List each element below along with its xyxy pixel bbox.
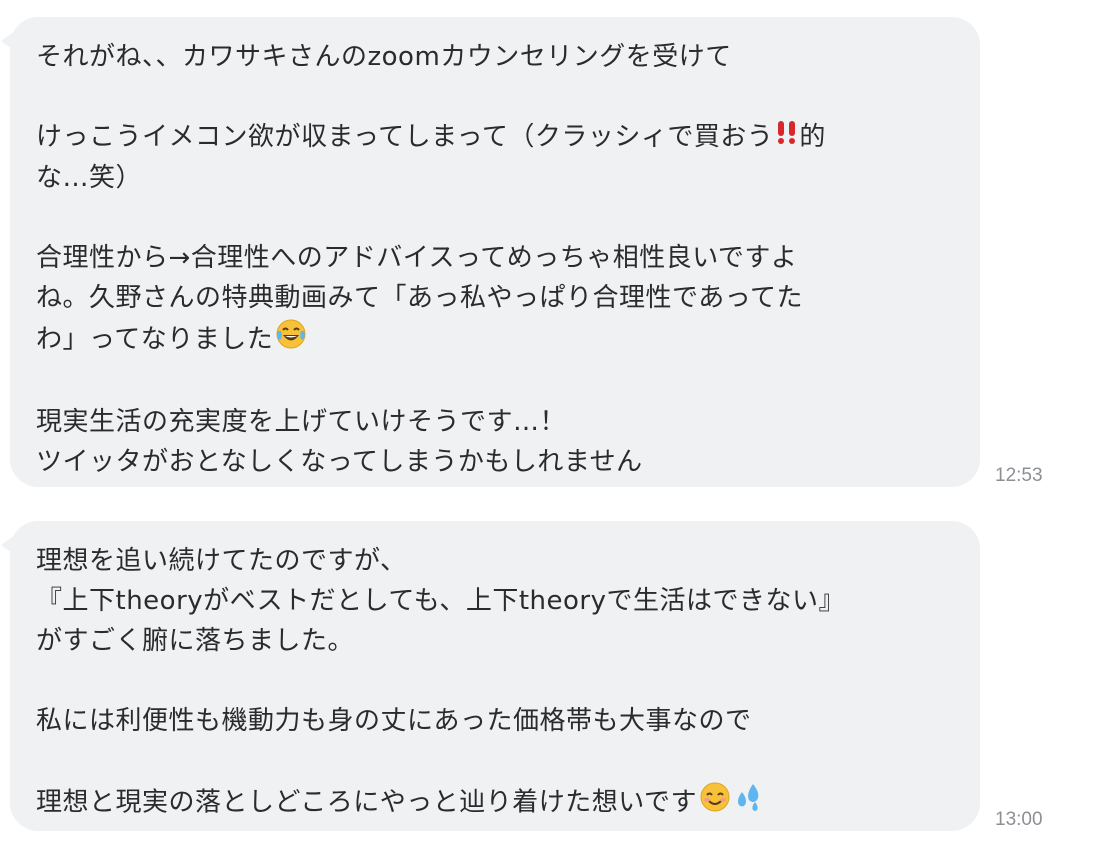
message-timestamp: 12:53	[995, 465, 1043, 486]
chat-thread: それがね、、カワサキさんのzoomカウンセリングを受けて けっこうイメコン欲が収…	[0, 0, 1095, 858]
message-line: 『上下theoryがベストだとしても、上下theoryで生活はできない』	[36, 586, 845, 616]
message-bubble[interactable]: それがね、、カワサキさんのzoomカウンセリングを受けて けっこうイメコン欲が収…	[1, 17, 980, 487]
message-line-with-icon: わ」ってなりました	[36, 318, 956, 362]
message-text: 的	[799, 122, 826, 152]
message-timestamp: 13:00	[995, 809, 1043, 830]
message-text: けっこうイメコン欲が収まってしまって（クラッシィで買おう	[36, 122, 774, 152]
sweat-droplets-icon	[733, 781, 765, 825]
message-line: ツイッタがおとなしくなってしまうかもしれません	[36, 446, 643, 477]
message-line: 合理性から→合理性へのアドバイスってめっちゃ相性良いですよ	[36, 242, 798, 273]
message-line: な…笑）	[36, 162, 143, 193]
message-line-with-icon: 理想と現実の落としどころにやっと辿り着けた想いです	[36, 781, 956, 825]
tears-of-joy-icon	[275, 318, 307, 362]
message-line: がすごく腑に落ちました。	[36, 626, 355, 656]
message-line: ね。久野さんの特典動画みて「あっ私やっぱり合理性であってた	[36, 282, 803, 313]
smiling-face-icon	[699, 781, 731, 825]
message-text: わ」ってなりました	[36, 324, 274, 354]
message-text: 理想と現実の落としどころにやっと辿り着けた想いです	[36, 787, 697, 818]
message-line: 理想を追い続けてたのですが、	[36, 546, 407, 576]
message-bubble[interactable]: 理想を追い続けてたのですが、 『上下theoryがベストだとしても、上下theo…	[1, 521, 980, 831]
message-line: 私には利便性も機動力も身の丈にあった価格帯も大事なので	[36, 706, 752, 736]
message-line: 現実生活の充実度を上げていけそうです…！	[36, 406, 567, 437]
double-exclamation-icon	[775, 118, 799, 158]
message-line-with-icon: けっこうイメコン欲が収まってしまって（クラッシィで買おう的	[36, 117, 956, 158]
message-line: それがね、、カワサキさんのzoomカウンセリングを受けて	[36, 42, 732, 72]
